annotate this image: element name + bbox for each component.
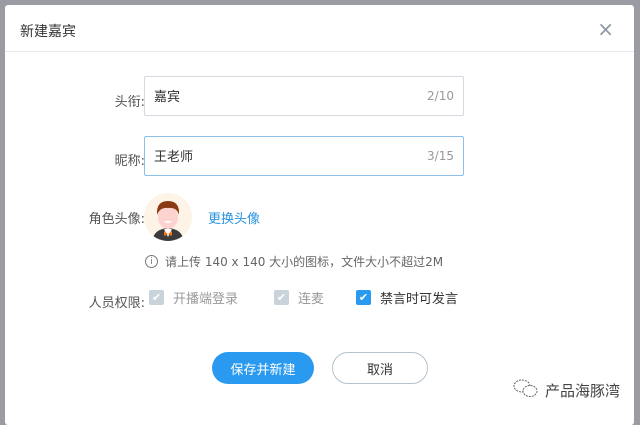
checkbox-label: 开播端登录: [173, 292, 239, 307]
title-input[interactable]: [154, 88, 394, 103]
perm-host-login-checkbox[interactable]: ✔ 开播端登录: [149, 288, 238, 307]
nick-field[interactable]: 3/15: [144, 136, 464, 176]
checkbox-label: 连麦: [298, 292, 325, 307]
checkbox-label: 禁言时可发言: [380, 292, 459, 307]
title-count: 2/10: [427, 89, 454, 103]
info-icon: i: [145, 255, 158, 268]
avatar-image: [144, 193, 192, 241]
dialog-title: 新建嘉宾: [20, 24, 76, 40]
nick-label: 昵称:: [114, 154, 145, 169]
dialog-header: 新建嘉宾 ×: [5, 5, 634, 52]
upload-tip-text: 请上传 140 x 140 大小的图标，文件大小不超过2M: [165, 255, 444, 269]
watermark: 产品海豚湾: [513, 378, 620, 402]
avatar-label: 角色头像:: [88, 212, 145, 227]
perm-mic-checkbox[interactable]: ✔ 连麦: [274, 288, 324, 307]
change-avatar-link[interactable]: 更换头像: [208, 208, 260, 227]
nick-count: 3/15: [427, 149, 454, 163]
watermark-text: 产品海豚湾: [544, 381, 620, 400]
checkbox-check-icon: ✔: [356, 290, 371, 305]
close-icon[interactable]: ×: [597, 17, 614, 41]
title-label: 头衔:: [114, 95, 145, 110]
nick-input[interactable]: [154, 148, 394, 163]
perm-label: 人员权限:: [88, 296, 145, 311]
upload-tip: i 请上传 140 x 140 大小的图标，文件大小不超过2M: [145, 253, 443, 270]
perm-speak-when-muted-checkbox[interactable]: ✔ 禁言时可发言: [356, 288, 458, 307]
save-and-new-button[interactable]: 保存并新建: [212, 352, 314, 384]
cancel-button[interactable]: 取消: [332, 352, 428, 384]
checkbox-check-icon: ✔: [274, 290, 289, 305]
checkbox-check-icon: ✔: [149, 290, 164, 305]
wechat-icon: [513, 378, 539, 402]
title-field[interactable]: 2/10: [144, 76, 464, 116]
